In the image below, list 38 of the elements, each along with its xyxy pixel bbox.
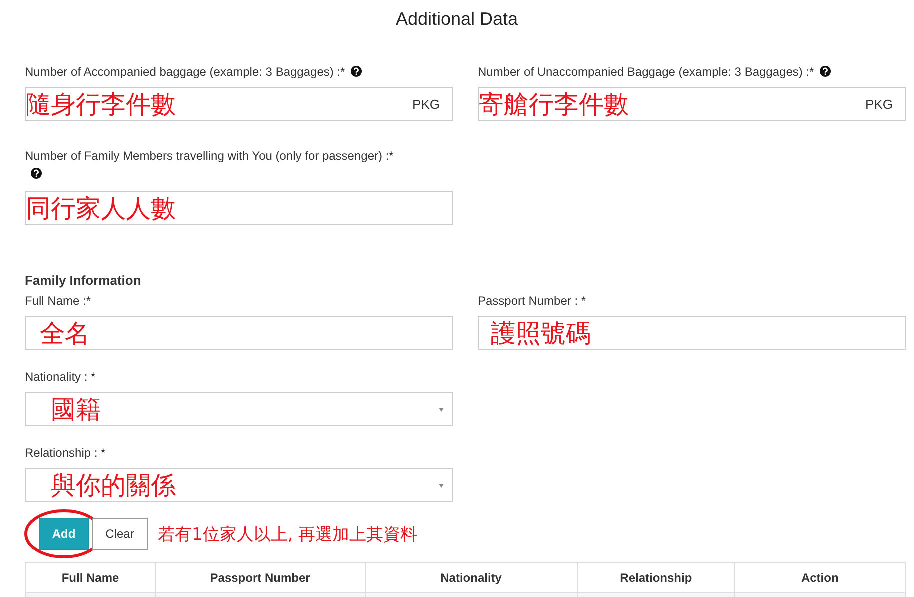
field-label: Nationality : *	[25, 370, 96, 384]
annotation-text: 寄艙行李件數	[479, 92, 629, 117]
input-field[interactable]: 寄艙行李件數 PKG	[478, 87, 906, 121]
field-label: Number of Unaccompanied Baggage (example: 3 Baggages) :*	[478, 65, 814, 79]
help-icon[interactable]	[31, 168, 42, 179]
select-field[interactable]: 與你的關係	[25, 468, 453, 502]
annotation-text: 與你的關係	[51, 473, 176, 498]
column-header: Nationality	[365, 562, 578, 592]
field-label: Passport Number : *	[478, 294, 586, 308]
input-field[interactable]: 隨身行李件數 PKG	[25, 87, 453, 121]
field-label: Full Name :*	[25, 294, 92, 308]
annotation-text: 全名	[40, 321, 90, 346]
column-header: Passport Number	[156, 562, 366, 592]
page-title: Additional Data	[394, 8, 520, 31]
caret-icon	[439, 408, 444, 412]
input-field[interactable]: 護照號碼	[478, 316, 906, 350]
help-icon[interactable]	[820, 66, 832, 77]
field-label: Number of Accompanied baggage (example: 3 Baggages) :*	[25, 65, 346, 79]
caret-icon	[439, 484, 444, 488]
column-header: Full Name	[26, 562, 156, 592]
annotation-text: 護照號碼	[491, 321, 591, 346]
column-header: Action	[734, 562, 906, 592]
clear-button[interactable]: Clear	[92, 518, 148, 550]
unit-label: PKG	[866, 96, 893, 112]
input-field[interactable]: 同行家人人數	[25, 191, 453, 225]
annotation-note: 若有1位家人以上, 再選加上其資料	[158, 524, 418, 546]
annotation-text: 同行家人人數	[26, 196, 176, 221]
input-field[interactable]: 全名	[25, 316, 453, 350]
annotation-text: 國籍	[51, 397, 101, 422]
field-label: Relationship : *	[25, 446, 106, 460]
field-label: Number of Family Members travelling with You (only for passenger) :*	[25, 149, 394, 163]
unit-label: PKG	[412, 96, 440, 112]
help-icon[interactable]	[351, 66, 362, 77]
section-heading: Family Information	[25, 273, 142, 288]
add-button[interactable]: Add	[39, 518, 89, 550]
annotation-text: 隨身行李件數	[26, 92, 176, 117]
column-header: Relationship	[578, 562, 735, 592]
select-field[interactable]: 國籍	[25, 392, 453, 426]
